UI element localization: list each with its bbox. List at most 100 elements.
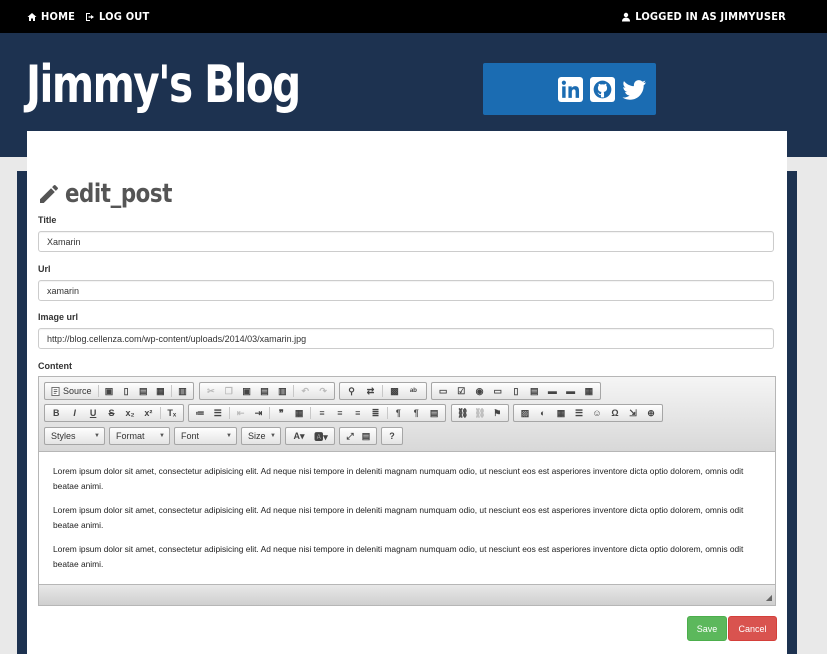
templates-icon[interactable]: ▥	[175, 384, 189, 398]
bold-icon[interactable]: B	[49, 406, 64, 420]
spellcheck-icon[interactable]: ᵃᵇ	[406, 384, 422, 398]
left-rail	[17, 171, 27, 654]
print-icon[interactable]: ▦	[153, 384, 167, 398]
toolbar-links-group: ⛓ ⛓ ⚑	[451, 404, 509, 422]
textarea-icon[interactable]: ▯	[508, 384, 523, 398]
outdent-icon[interactable]: ⇤	[233, 406, 248, 420]
special-char-icon[interactable]: Ω	[608, 406, 623, 420]
link-icon[interactable]: ⛓	[456, 406, 470, 420]
strikethrough-icon[interactable]: S	[104, 406, 119, 420]
ltr-icon[interactable]: ¶	[391, 406, 406, 420]
undo-icon[interactable]: ↶	[298, 384, 313, 398]
align-center-icon[interactable]: ≡	[332, 406, 347, 420]
rtl-icon[interactable]: ¶	[409, 406, 424, 420]
toolbar-clipboard-group: ✂ ❐ ▣ ▤ ▥ ↶ ↷	[199, 382, 335, 400]
content-paragraph: Lorem ipsum dolor sit amet, consectetur …	[53, 466, 744, 491]
logout-icon	[86, 12, 94, 21]
redo-icon[interactable]: ↷	[316, 384, 331, 398]
nav-logout-link[interactable]: LOG OUT	[85, 10, 150, 23]
save-icon[interactable]: ▣	[102, 384, 116, 398]
hidden-field-icon[interactable]: ▦	[581, 384, 596, 398]
table-icon[interactable]: ▦	[554, 406, 569, 420]
paste-word-icon[interactable]: ▥	[275, 384, 290, 398]
blog-title[interactable]: Jimmy's Blog	[26, 49, 301, 121]
show-blocks-icon[interactable]: ▤	[360, 429, 373, 443]
align-left-icon[interactable]: ≡	[315, 406, 330, 420]
cut-icon[interactable]: ✂	[204, 384, 219, 398]
editor-toolbar: Source ▣ ▯ ▤ ▦ ▥ ✂ ❐ ▣ ▤ ▥ ↶ ↷ ⚲ ⇄ ▩ ᵃᵇ …	[39, 377, 775, 452]
linkedin-icon[interactable]	[558, 77, 583, 102]
title-input[interactable]	[38, 231, 774, 252]
remove-format-icon[interactable]: Tₓ	[164, 406, 179, 420]
paste-icon[interactable]: ▣	[239, 384, 254, 398]
image-button-icon[interactable]: ▬	[563, 384, 578, 398]
help-icon[interactable]: ?	[386, 429, 399, 443]
source-button[interactable]: Source	[47, 386, 96, 396]
content-paragraph: Lorem ipsum dolor sit amet, consectetur …	[53, 544, 744, 569]
font-dropdown-label: Font	[181, 431, 200, 441]
top-navbar: HOME LOG OUT LOGGED IN AS JIMMYUSER	[0, 0, 827, 33]
radio-icon[interactable]: ◉	[472, 384, 487, 398]
anchor-icon[interactable]: ⚑	[490, 406, 504, 420]
nav-user-link[interactable]: LOGGED IN AS JIMMYUSER	[621, 10, 786, 23]
language-icon[interactable]: ▤	[427, 406, 442, 420]
save-button[interactable]: Save	[687, 616, 727, 641]
editor-content-area[interactable]: Lorem ipsum dolor sit amet, consectetur …	[39, 452, 775, 585]
select-all-icon[interactable]: ▩	[387, 384, 403, 398]
smiley-icon[interactable]: ☺	[590, 406, 605, 420]
background-color-icon[interactable]: 🅰▾	[312, 429, 331, 443]
indent-icon[interactable]: ⇥	[251, 406, 266, 420]
nav-home-label: HOME	[41, 10, 76, 23]
find-icon[interactable]: ⚲	[344, 384, 360, 398]
styles-dropdown[interactable]: Styles ▼	[44, 427, 105, 445]
preview-icon[interactable]: ▤	[136, 384, 150, 398]
size-dropdown[interactable]: Size ▼	[241, 427, 281, 445]
toolbar-about-group: ?	[381, 427, 403, 445]
numbered-list-icon[interactable]: ≔	[193, 406, 208, 420]
font-dropdown[interactable]: Font ▼	[174, 427, 237, 445]
unlink-icon[interactable]: ⛓	[473, 406, 487, 420]
social-links	[483, 63, 656, 115]
underline-icon[interactable]: U	[85, 406, 100, 420]
div-container-icon[interactable]: ▦	[292, 406, 307, 420]
url-input[interactable]	[38, 280, 774, 301]
bulleted-list-icon[interactable]: ☰	[210, 406, 225, 420]
nav-home-link[interactable]: HOME	[27, 10, 75, 23]
horizontal-line-icon[interactable]: ☰	[572, 406, 587, 420]
rich-text-editor: Source ▣ ▯ ▤ ▦ ▥ ✂ ❐ ▣ ▤ ▥ ↶ ↷ ⚲ ⇄ ▩ ᵃᵇ …	[38, 376, 776, 606]
page-title: edit_post	[37, 179, 195, 209]
chevron-down-icon: ▼	[226, 433, 232, 439]
image-url-input[interactable]	[38, 328, 774, 349]
italic-icon[interactable]: I	[67, 406, 82, 420]
twitter-icon[interactable]	[622, 77, 647, 102]
subscript-icon[interactable]: x₂	[122, 406, 137, 420]
resize-handle-icon[interactable]: ◢	[766, 593, 772, 602]
image-icon[interactable]: ▨	[518, 406, 533, 420]
paste-text-icon[interactable]: ▤	[257, 384, 272, 398]
select-field-icon[interactable]: ▤	[527, 384, 542, 398]
checkbox-icon[interactable]: ☑	[454, 384, 469, 398]
maximize-icon[interactable]: ⤢	[344, 429, 357, 443]
page-break-icon[interactable]: ⇲	[626, 406, 641, 420]
page-heading-text: edit_post	[65, 179, 172, 209]
new-page-icon[interactable]: ▯	[119, 384, 133, 398]
superscript-icon[interactable]: x²	[141, 406, 156, 420]
align-right-icon[interactable]: ≡	[350, 406, 365, 420]
nav-logout-label: LOG OUT	[99, 10, 150, 23]
replace-icon[interactable]: ⇄	[363, 384, 379, 398]
github-icon[interactable]	[590, 77, 615, 102]
button-field-icon[interactable]: ▬	[545, 384, 560, 398]
iframe-icon[interactable]: ⊕	[644, 406, 659, 420]
toolbar-separator	[382, 385, 383, 397]
toolbar-editing-group: ⚲ ⇄ ▩ ᵃᵇ	[339, 382, 427, 400]
text-field-icon[interactable]: ▭	[490, 384, 505, 398]
cancel-button[interactable]: Cancel	[728, 616, 777, 641]
text-color-icon[interactable]: A▾	[290, 429, 309, 443]
blockquote-icon[interactable]: ❞	[274, 406, 289, 420]
home-icon	[27, 12, 37, 21]
format-dropdown[interactable]: Format ▼	[109, 427, 170, 445]
justify-icon[interactable]: ≣	[368, 406, 383, 420]
copy-icon[interactable]: ❐	[221, 384, 236, 398]
flash-icon[interactable]: ◐	[536, 406, 551, 420]
form-icon[interactable]: ▭	[436, 384, 451, 398]
